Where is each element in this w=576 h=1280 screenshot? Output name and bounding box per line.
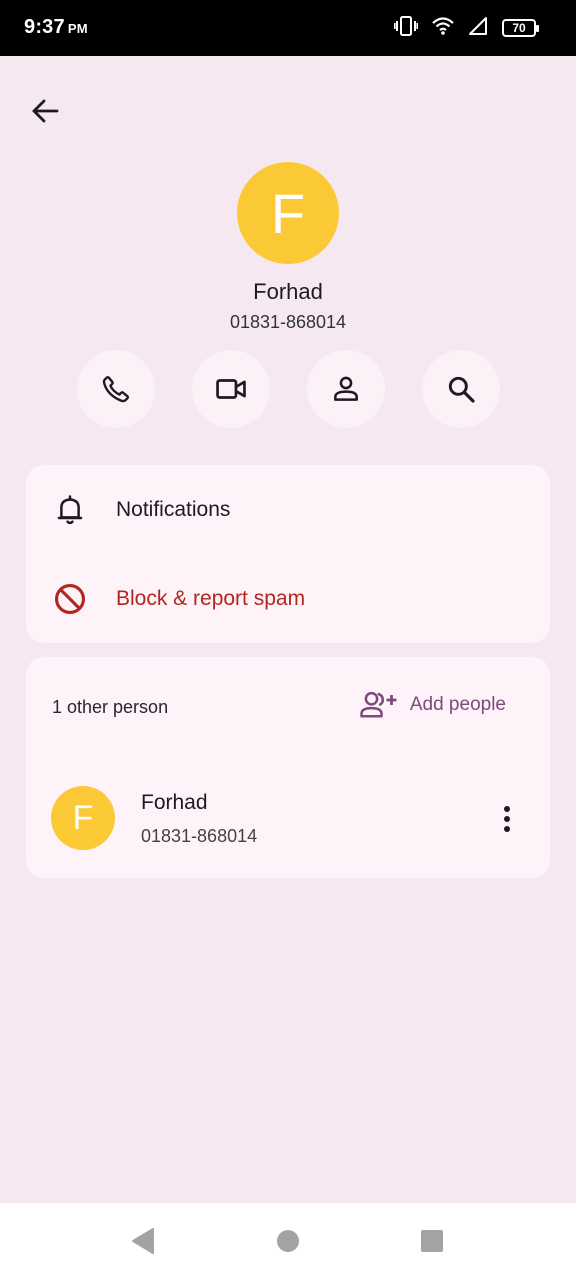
video-call-button[interactable] bbox=[192, 350, 270, 428]
block-report-label: Block & report spam bbox=[116, 587, 306, 610]
member-name: Forhad bbox=[141, 791, 208, 814]
wifi-icon bbox=[432, 16, 454, 40]
participant-count: 1 other person bbox=[52, 697, 169, 717]
contact-info-button[interactable] bbox=[307, 350, 385, 428]
arrow-back-icon bbox=[32, 99, 59, 123]
battery-level: 70 bbox=[512, 21, 526, 35]
search-icon bbox=[448, 376, 475, 403]
contact-number: 01831-868014 bbox=[229, 312, 347, 332]
contact-avatar-initial: F bbox=[270, 181, 306, 245]
add-people-label: Add people bbox=[409, 694, 506, 715]
call-button[interactable] bbox=[77, 350, 155, 428]
bell-icon bbox=[52, 492, 88, 528]
contact-avatar: F bbox=[237, 162, 339, 264]
home-circle-icon bbox=[277, 1230, 299, 1252]
add-person-icon bbox=[360, 691, 397, 718]
member-more-button[interactable] bbox=[492, 801, 522, 837]
more-vert-icon bbox=[504, 806, 510, 832]
phone-icon bbox=[102, 376, 129, 403]
notifications-label: Notifications bbox=[116, 498, 231, 521]
block-report-row[interactable]: Block & report spam bbox=[26, 564, 550, 634]
people-card: 1 other person Add people F Forhad 01831… bbox=[26, 657, 550, 878]
vibrate-icon bbox=[394, 15, 419, 42]
nav-recents-button[interactable] bbox=[414, 1223, 450, 1259]
back-button[interactable] bbox=[24, 90, 66, 132]
status-time-value: 9:37 bbox=[24, 16, 65, 38]
status-ampm: PM bbox=[67, 21, 88, 36]
search-button[interactable] bbox=[422, 350, 500, 428]
video-camera-icon bbox=[216, 379, 246, 399]
person-icon bbox=[334, 376, 358, 401]
back-triangle-icon bbox=[132, 1228, 154, 1254]
status-bar: 9:37 PM 70 bbox=[0, 0, 576, 56]
status-time: 9:37 PM bbox=[24, 16, 88, 39]
nav-home-button[interactable] bbox=[270, 1223, 306, 1259]
battery-icon: 70 bbox=[502, 19, 539, 37]
member-avatar: F bbox=[51, 786, 115, 850]
member-number: 01831-868014 bbox=[141, 826, 258, 846]
contact-name: Forhad bbox=[253, 279, 323, 304]
add-people-button[interactable]: Add people bbox=[358, 690, 506, 720]
nav-back-button[interactable] bbox=[125, 1223, 161, 1259]
block-icon bbox=[52, 581, 88, 617]
signal-icon bbox=[468, 16, 488, 41]
recents-square-icon bbox=[421, 1230, 443, 1252]
status-icons: 70 bbox=[394, 15, 539, 42]
navigation-bar bbox=[0, 1203, 576, 1280]
settings-card: Notifications Block & report spam bbox=[26, 465, 550, 643]
member-avatar-initial: F bbox=[72, 798, 94, 837]
notifications-row[interactable]: Notifications bbox=[26, 475, 550, 545]
